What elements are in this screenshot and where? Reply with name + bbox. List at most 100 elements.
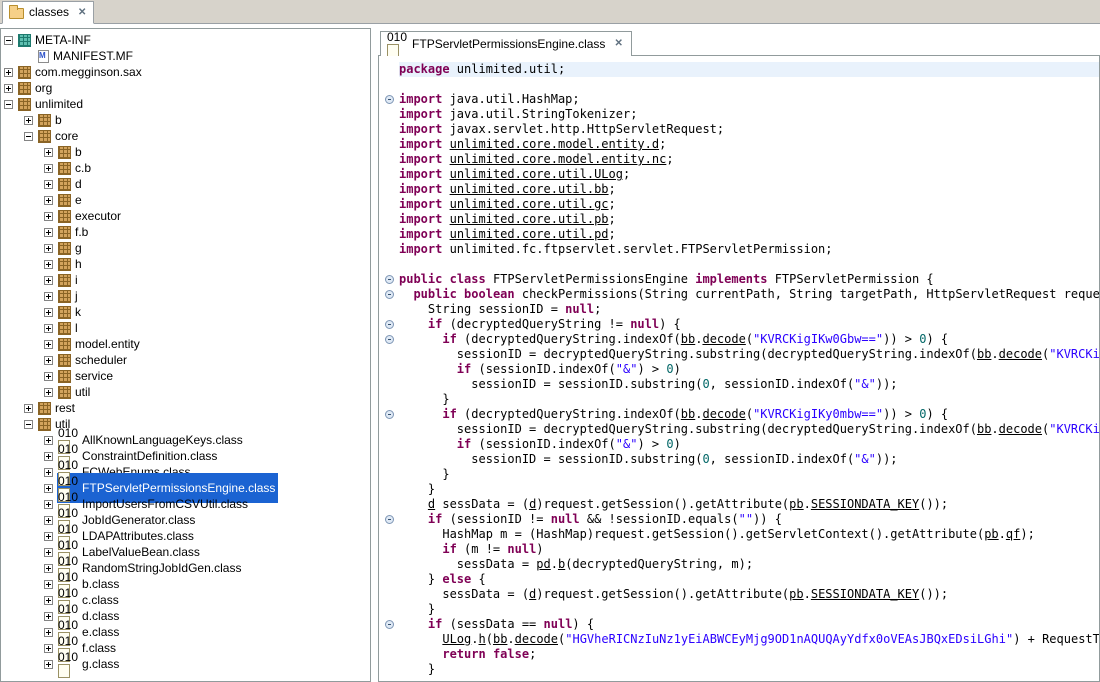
expand-icon[interactable]	[44, 436, 53, 445]
collapse-icon[interactable]	[24, 132, 33, 141]
expand-icon[interactable]	[24, 116, 33, 125]
tree-item-content[interactable]: core	[37, 128, 81, 144]
tree-item-content[interactable]: b	[37, 112, 65, 128]
tree-item-content[interactable]: META-INF	[17, 32, 94, 48]
tree-item[interactable]: k	[1, 304, 370, 320]
tree-item-content[interactable]: MMANIFEST.MF	[37, 48, 136, 64]
expand-icon[interactable]	[44, 564, 53, 573]
tree-item[interactable]: scheduler	[1, 352, 370, 368]
collapse-fold-icon[interactable]	[385, 335, 394, 344]
tree-item[interactable]: h	[1, 256, 370, 272]
tree-item[interactable]: model.entity	[1, 336, 370, 352]
expand-icon[interactable]	[44, 660, 53, 669]
expand-icon[interactable]	[44, 516, 53, 525]
tree-item-content[interactable]: h	[57, 256, 85, 272]
tree-item[interactable]: e	[1, 192, 370, 208]
tree-item-content[interactable]: rest	[37, 400, 78, 416]
tree-item-content[interactable]: g	[57, 240, 85, 256]
expand-icon[interactable]	[44, 340, 53, 349]
tree-item-content[interactable]: unlimited	[17, 96, 86, 112]
tree-item[interactable]: core	[1, 128, 370, 144]
code-link[interactable]: pb	[789, 497, 803, 511]
tree-item-content[interactable]: c.b	[57, 160, 94, 176]
code-link[interactable]: bb	[493, 632, 507, 646]
collapse-fold-icon[interactable]	[385, 620, 394, 629]
expand-icon[interactable]	[4, 84, 13, 93]
tree-item-content[interactable]: i	[57, 272, 81, 288]
expand-icon[interactable]	[44, 308, 53, 317]
package-tree[interactable]: META-INFMMANIFEST.MFcom.megginson.saxorg…	[0, 28, 371, 682]
code-link[interactable]: decode	[702, 407, 745, 421]
code-link[interactable]: unlimited.core.util.ULog	[450, 167, 623, 181]
tree-item-content[interactable]: executor	[57, 208, 124, 224]
expand-icon[interactable]	[44, 532, 53, 541]
code-link[interactable]: bb	[977, 422, 991, 436]
code-link[interactable]: ULog	[442, 632, 471, 646]
tree-item[interactable]: executor	[1, 208, 370, 224]
code-link[interactable]: decode	[999, 347, 1042, 361]
expand-icon[interactable]	[44, 180, 53, 189]
tree-item[interactable]: b	[1, 112, 370, 128]
code-link[interactable]: qf	[1006, 527, 1020, 541]
expand-icon[interactable]	[44, 468, 53, 477]
expand-icon[interactable]	[44, 244, 53, 253]
tree-item[interactable]: b	[1, 144, 370, 160]
tree-item[interactable]: g	[1, 240, 370, 256]
code-link[interactable]: unlimited.core.util.pb	[450, 212, 609, 226]
code-link[interactable]: unlimited.core.util.gc	[450, 197, 609, 211]
tree-item[interactable]: util	[1, 384, 370, 400]
code-link[interactable]: unlimited.core.util.bb	[450, 182, 609, 196]
expand-icon[interactable]	[44, 452, 53, 461]
tree-item-content[interactable]: f.b	[57, 224, 91, 240]
tree-item-content[interactable]: org	[17, 80, 55, 96]
expand-icon[interactable]	[44, 612, 53, 621]
expand-icon[interactable]	[44, 372, 53, 381]
tree-item-content[interactable]: com.megginson.sax	[17, 64, 145, 80]
code-link[interactable]: bb	[977, 347, 991, 361]
expand-icon[interactable]	[44, 388, 53, 397]
expand-icon[interactable]	[44, 292, 53, 301]
tree-item-content[interactable]: e	[57, 192, 85, 208]
code-link[interactable]: unlimited.core.model.entity.d	[450, 137, 660, 151]
tree-item-content[interactable]: k	[57, 304, 84, 320]
expand-icon[interactable]	[44, 164, 53, 173]
tree-item[interactable]: j	[1, 288, 370, 304]
collapse-fold-icon[interactable]	[385, 410, 394, 419]
tree-item[interactable]: d	[1, 176, 370, 192]
expand-icon[interactable]	[4, 68, 13, 77]
collapse-fold-icon[interactable]	[385, 290, 394, 299]
tab-class-file[interactable]: 010 FTPServletPermissionsEngine.class ✕	[380, 31, 632, 56]
code-link[interactable]: decode	[999, 422, 1042, 436]
code-link[interactable]: SESSIONDATA_KEY	[811, 587, 919, 601]
code-link[interactable]: pb	[789, 587, 803, 601]
expand-icon[interactable]	[44, 228, 53, 237]
close-icon[interactable]: ✕	[614, 38, 622, 49]
expand-icon[interactable]	[44, 596, 53, 605]
code-link[interactable]: pd	[536, 557, 550, 571]
tree-item[interactable]: org	[1, 80, 370, 96]
expand-icon[interactable]	[44, 548, 53, 557]
collapse-fold-icon[interactable]	[385, 95, 394, 104]
tree-item[interactable]: com.megginson.sax	[1, 64, 370, 80]
expand-icon[interactable]	[44, 260, 53, 269]
code-link[interactable]: h	[479, 632, 486, 646]
expand-icon[interactable]	[44, 324, 53, 333]
expand-icon[interactable]	[44, 500, 53, 509]
code-link[interactable]: bb	[681, 407, 695, 421]
tree-item[interactable]: f.b	[1, 224, 370, 240]
tree-item-content[interactable]: l	[57, 320, 81, 336]
tab-classes[interactable]: classes ✕	[2, 1, 94, 24]
tree-item[interactable]: rest	[1, 400, 370, 416]
expand-icon[interactable]	[44, 580, 53, 589]
collapse-icon[interactable]	[24, 420, 33, 429]
collapse-icon[interactable]	[4, 36, 13, 45]
tree-item-content[interactable]: model.entity	[57, 336, 143, 352]
tree-item[interactable]: c.b	[1, 160, 370, 176]
collapse-fold-icon[interactable]	[385, 275, 394, 284]
tree-item[interactable]: META-INF	[1, 32, 370, 48]
tree-item[interactable]: service	[1, 368, 370, 384]
collapse-icon[interactable]	[4, 100, 13, 109]
tree-item[interactable]: MMANIFEST.MF	[1, 48, 370, 64]
collapse-fold-icon[interactable]	[385, 320, 394, 329]
code-editor[interactable]: package unlimited.util;import java.util.…	[378, 56, 1100, 682]
